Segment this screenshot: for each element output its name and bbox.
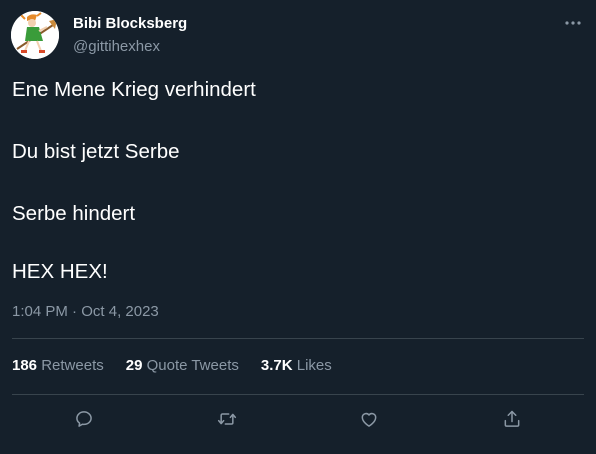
retweet-icon: [217, 413, 237, 425]
more-icon: [565, 21, 581, 25]
tweet-time[interactable]: 1:04 PM: [12, 303, 68, 320]
reply-icon: [76, 411, 92, 427]
divider: [12, 338, 584, 339]
display-name[interactable]: Bibi Blocksberg: [73, 15, 187, 32]
handle[interactable]: @gittihexhex: [73, 38, 160, 55]
action-bar: [0, 402, 596, 434]
likes-stat[interactable]: 3.7K Likes: [261, 357, 332, 374]
engagement-stats: 186 Retweets 29 Quote Tweets 3.7K Likes: [12, 357, 332, 374]
more-options-button[interactable]: [560, 12, 586, 34]
like-button[interactable]: [352, 402, 386, 436]
quote-tweets-count: 29: [125, 357, 143, 374]
tweet-card: Bibi Blocksberg @gittihexhex Ene Mene Kr…: [0, 0, 596, 454]
tweet-line: HEX HEX!: [12, 260, 108, 283]
retweets-count: 186: [12, 357, 38, 374]
likes-label: Likes: [296, 357, 332, 374]
tweet-line: Serbe hindert: [12, 202, 136, 225]
tweet-line: Ene Mene Krieg verhindert: [12, 78, 256, 101]
share-button[interactable]: [495, 402, 529, 436]
timestamp-separator: ·: [67, 303, 82, 320]
divider: [12, 394, 584, 395]
likes-count: 3.7K: [260, 357, 293, 374]
retweets-stat[interactable]: 186 Retweets: [12, 357, 104, 374]
reply-button[interactable]: [67, 402, 101, 436]
avatar[interactable]: [11, 11, 59, 59]
heart-icon: [361, 412, 377, 427]
retweets-label: Retweets: [41, 357, 104, 374]
tweet-timestamp[interactable]: 1:04 PM · Oct 4, 2023: [12, 303, 159, 320]
witch-avatar-icon: [11, 11, 59, 59]
tweet-line: Du bist jetzt Serbe: [12, 140, 180, 163]
quote-tweets-label: Quote Tweets: [146, 357, 239, 374]
quote-tweets-stat[interactable]: 29 Quote Tweets: [126, 357, 239, 374]
share-icon: [504, 410, 520, 427]
retweet-button[interactable]: [210, 402, 244, 436]
tweet-date[interactable]: Oct 4, 2023: [81, 303, 159, 320]
